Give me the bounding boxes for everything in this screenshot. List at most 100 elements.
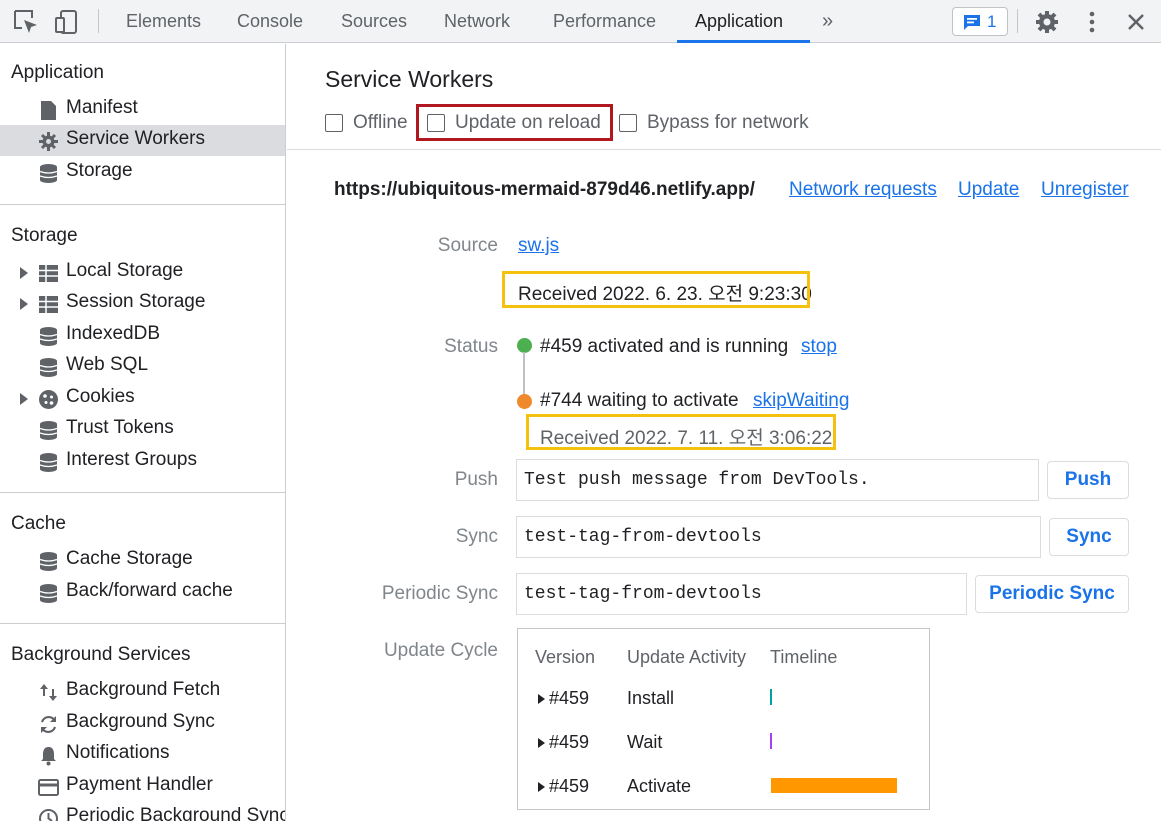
sidebar-item-notifications[interactable]: Notifications — [0, 739, 285, 770]
unregister-link[interactable]: Unregister — [1041, 179, 1129, 201]
periodic-sync-label: Periodic Sync — [381, 583, 498, 604]
expand-arrow-icon[interactable] — [538, 738, 545, 748]
database-icon — [39, 358, 58, 377]
sidebar-item-back-forward-cache[interactable]: Back/forward cache — [0, 577, 285, 608]
update-cycle-label: Update Cycle — [383, 640, 498, 661]
source-file-link[interactable]: sw.js — [518, 235, 559, 257]
waiting-worker-status: #744 waiting to activate — [540, 390, 739, 411]
database-icon — [39, 453, 58, 472]
database-icon — [39, 584, 58, 603]
table-row-activity: Install — [627, 688, 675, 708]
active-worker-status: #459 activated and is running — [540, 336, 789, 357]
expand-arrow-icon[interactable] — [538, 694, 545, 704]
tab-console[interactable]: Console — [237, 0, 303, 43]
sidebar-item-interest-groups[interactable]: Interest Groups — [0, 446, 285, 477]
sidebar-item-session-storage[interactable]: Session Storage — [0, 288, 285, 319]
highlight-box-update-on-reload — [416, 104, 613, 141]
expand-arrow-icon[interactable] — [20, 298, 28, 310]
sidebar-divider — [0, 623, 285, 624]
close-icon[interactable] — [1122, 8, 1150, 36]
timeline-bar-wait — [770, 733, 772, 749]
highlight-box-source-received — [502, 271, 810, 308]
more-options-icon[interactable] — [1078, 8, 1106, 36]
issues-badge[interactable]: 1 — [952, 7, 1008, 36]
update-link[interactable]: Update — [958, 179, 1019, 201]
sync-button[interactable]: Sync — [1049, 518, 1129, 556]
more-tabs-button[interactable]: » — [822, 0, 833, 43]
devtools-toolbar: Elements Console Sources Network Perform… — [0, 0, 1161, 43]
sidebar-item-payment-handler[interactable]: Payment Handler — [0, 771, 285, 802]
checkbox-box[interactable] — [619, 114, 637, 132]
tab-performance[interactable]: Performance — [553, 0, 656, 43]
expand-arrow-icon[interactable] — [20, 267, 28, 279]
push-message-input[interactable]: Test push message from DevTools. — [516, 459, 1039, 501]
active-tab-indicator — [677, 40, 810, 43]
toolbar-separator — [1017, 9, 1018, 33]
update-cycle-table: Version Update Activity Timeline #459 In… — [517, 628, 930, 810]
table-row-version: #459 — [549, 688, 590, 708]
application-sidebar: Application Manifest Service Workers Sto… — [0, 44, 286, 821]
section-title-background-services: Background Services — [11, 644, 191, 665]
sidebar-item-periodic-background-sync[interactable]: Periodic Background Sync — [0, 802, 285, 821]
gear-icon — [39, 132, 58, 151]
sidebar-item-storage[interactable]: Storage — [0, 157, 285, 188]
expand-arrow-icon[interactable] — [538, 782, 545, 792]
toolbar-separator — [98, 9, 99, 33]
push-label: Push — [454, 469, 498, 490]
device-toolbar-icon[interactable] — [53, 8, 81, 36]
sidebar-item-service-workers[interactable]: Service Workers — [0, 125, 285, 156]
sidebar-item-background-sync[interactable]: Background Sync — [0, 708, 285, 739]
message-icon — [964, 15, 980, 30]
section-divider — [287, 149, 1161, 150]
timeline-bar-install — [770, 689, 772, 705]
document-icon — [41, 101, 56, 120]
sidebar-item-cookies[interactable]: Cookies — [0, 383, 285, 414]
section-title-application: Application — [11, 62, 104, 83]
cookie-icon — [39, 390, 58, 409]
table-row-activity: Wait — [627, 732, 663, 752]
stop-link[interactable]: stop — [801, 336, 837, 358]
sync-icon — [40, 715, 57, 734]
highlight-box-waiting-received — [526, 414, 836, 450]
push-button[interactable]: Push — [1047, 461, 1129, 499]
table-icon — [39, 265, 58, 282]
database-icon — [39, 552, 58, 571]
waiting-status-dot — [517, 394, 532, 409]
periodic-sync-tag-input[interactable]: test-tag-from-devtools — [516, 573, 967, 615]
skip-waiting-link[interactable]: skipWaiting — [753, 390, 849, 412]
sync-label: Sync — [455, 526, 498, 547]
tab-network[interactable]: Network — [444, 0, 510, 43]
database-icon — [39, 327, 58, 346]
sync-tag-input[interactable]: test-tag-from-devtools — [516, 516, 1041, 558]
sidebar-item-trust-tokens[interactable]: Trust Tokens — [0, 414, 285, 445]
settings-gear-icon[interactable] — [1033, 8, 1061, 36]
bypass-for-network-checkbox[interactable]: Bypass for network — [619, 112, 819, 134]
sidebar-divider — [0, 204, 285, 205]
sidebar-item-manifest[interactable]: Manifest — [0, 94, 285, 125]
inspect-element-icon[interactable] — [12, 8, 40, 36]
sidebar-item-local-storage[interactable]: Local Storage — [0, 257, 285, 288]
sidebar-item-web-sql[interactable]: Web SQL — [0, 351, 285, 382]
section-title-storage: Storage — [11, 225, 78, 246]
sidebar-item-indexeddb[interactable]: IndexedDB — [0, 320, 285, 351]
clock-icon — [39, 809, 58, 821]
table-icon — [39, 296, 58, 313]
issues-count: 1 — [987, 12, 997, 31]
offline-checkbox[interactable]: Offline — [325, 112, 415, 134]
database-icon — [39, 164, 58, 183]
sidebar-item-background-fetch[interactable]: Background Fetch — [0, 676, 285, 707]
network-requests-link[interactable]: Network requests — [789, 179, 937, 201]
tab-application[interactable]: Application — [695, 0, 783, 43]
periodic-sync-button[interactable]: Periodic Sync — [975, 575, 1129, 613]
tab-sources[interactable]: Sources — [341, 0, 407, 43]
table-row-version: #459 — [549, 776, 590, 796]
tab-elements[interactable]: Elements — [126, 0, 201, 43]
section-title-cache: Cache — [11, 513, 66, 534]
expand-arrow-icon[interactable] — [20, 393, 28, 405]
source-label: Source — [437, 235, 498, 256]
column-header-version: Version — [535, 647, 596, 667]
active-status-dot — [517, 338, 532, 353]
sidebar-item-cache-storage[interactable]: Cache Storage — [0, 545, 285, 576]
checkbox-box[interactable] — [325, 114, 343, 132]
database-icon — [39, 421, 58, 440]
